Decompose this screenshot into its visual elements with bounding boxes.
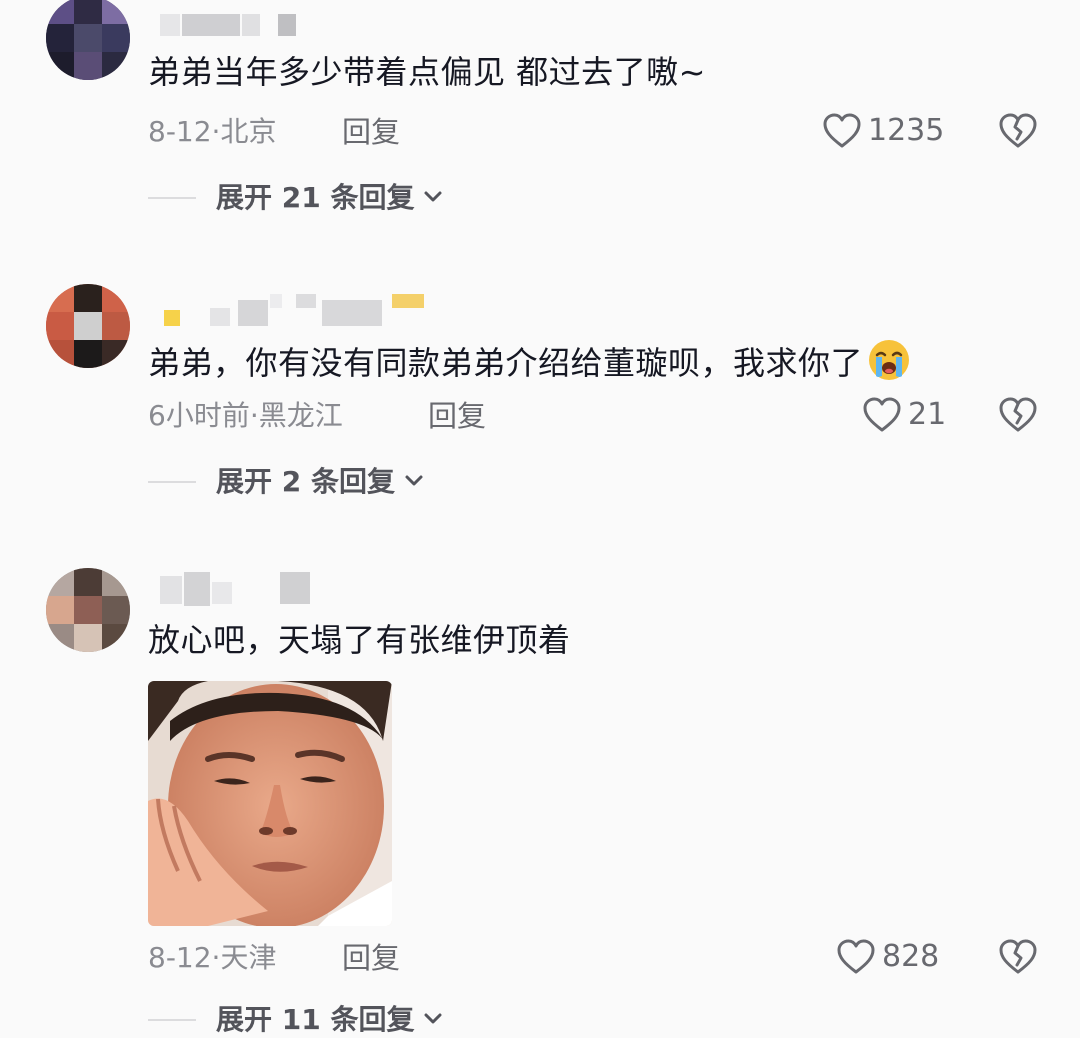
broken-heart-icon — [998, 396, 1038, 434]
loudly-crying-face-icon — [867, 338, 911, 391]
username-blurred[interactable] — [160, 572, 320, 606]
expand-label: 展开 2 条回复 — [216, 465, 395, 498]
heart-outline-icon — [836, 938, 876, 976]
reply-button[interactable]: 回复 — [342, 940, 400, 976]
expand-replies-button[interactable]: 展开 21 条回复 — [148, 180, 444, 216]
broken-heart-icon — [998, 938, 1038, 976]
divider-line — [148, 197, 196, 199]
heart-outline-icon — [822, 112, 862, 150]
comment-text: 放心吧，天塌了有张维伊顶着 — [148, 621, 571, 659]
comment-date: 8-12 — [148, 941, 212, 974]
dislike-button[interactable] — [998, 112, 1038, 150]
dislike-button[interactable] — [998, 938, 1038, 976]
comment-location: 天津 — [220, 941, 277, 974]
comment-meta: 8-12·北京 — [148, 114, 276, 150]
like-count: 21 — [908, 397, 947, 432]
divider-line — [148, 481, 196, 483]
comment-meta: 8-12·天津 — [148, 940, 276, 976]
like-count: 828 — [882, 939, 940, 974]
man-resting-chin-on-hand-photo — [148, 681, 392, 926]
comment-location: 黑龙江 — [258, 399, 343, 432]
reply-button[interactable]: 回复 — [428, 398, 486, 434]
broken-heart-icon — [998, 112, 1038, 150]
chevron-down-icon — [403, 464, 425, 500]
heart-outline-icon — [862, 396, 902, 434]
dislike-button[interactable] — [998, 396, 1038, 434]
expand-label: 展开 21 条回复 — [216, 181, 415, 214]
comment-meta: 6小时前·黑龙江 — [148, 398, 343, 434]
meta-separator: · — [249, 399, 259, 432]
like-count: 1235 — [868, 113, 945, 148]
username-blurred[interactable] — [160, 14, 300, 36]
like-button[interactable]: 21 — [862, 396, 946, 434]
comment-text: 弟弟，你有没有同款弟弟介绍给董璇呗，我求你了 — [148, 338, 911, 391]
comment-text: 弟弟当年多少带着点偏见 都过去了嗷~ — [148, 53, 706, 91]
chevron-down-icon — [422, 180, 444, 216]
expand-replies-button[interactable]: 展开 2 条回复 — [148, 464, 425, 500]
avatar[interactable] — [46, 0, 130, 80]
comment-date: 6小时前 — [148, 399, 250, 432]
reply-button[interactable]: 回复 — [342, 114, 400, 150]
avatar[interactable] — [46, 284, 130, 368]
comment-date: 8-12 — [148, 115, 212, 148]
like-button[interactable]: 828 — [836, 938, 939, 976]
username-blurred[interactable] — [160, 294, 430, 328]
comment-location: 北京 — [220, 115, 277, 148]
comment-image[interactable] — [148, 681, 392, 926]
avatar[interactable] — [46, 568, 130, 652]
divider-line — [148, 1019, 196, 1021]
like-button[interactable]: 1235 — [822, 112, 944, 150]
comment-text-content: 弟弟，你有没有同款弟弟介绍给董璇呗，我求你了 — [148, 344, 864, 382]
